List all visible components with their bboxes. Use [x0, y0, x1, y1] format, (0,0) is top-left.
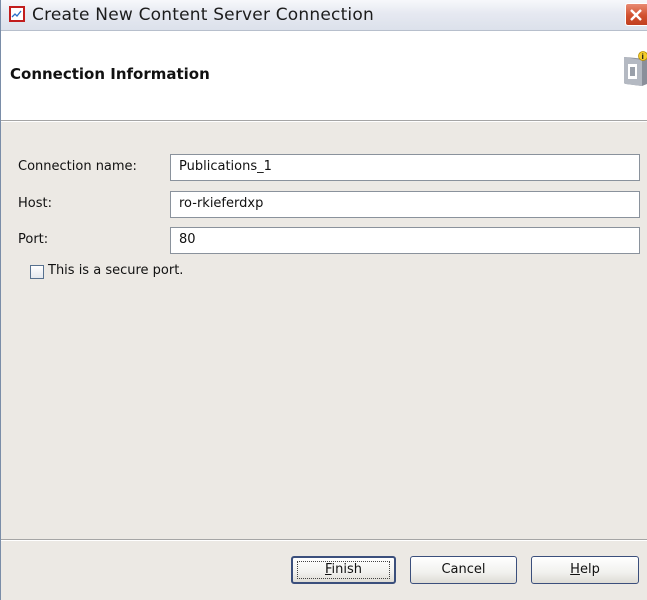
connection-name-field[interactable]: Publications_1 — [170, 154, 640, 181]
help-label-rest: elp — [579, 562, 600, 577]
port-label: Port: — [18, 232, 49, 247]
secure-port-checkbox[interactable] — [30, 265, 44, 279]
cancel-button-label: Cancel — [441, 562, 486, 577]
wizard-banner: Connection Information i — [1, 31, 647, 120]
help-mnemonic: H — [570, 562, 580, 577]
close-button[interactable] — [625, 3, 647, 26]
svg-text:i: i — [642, 53, 644, 61]
host-field[interactable]: ro-rkieferdxp — [170, 191, 640, 218]
close-icon — [630, 9, 642, 21]
help-button-label: Help — [570, 557, 600, 583]
finish-button[interactable]: Finish — [291, 556, 396, 584]
cancel-button[interactable]: Cancel — [410, 556, 517, 584]
server-info-icon: i — [620, 51, 647, 91]
secure-port-label[interactable]: This is a secure port. — [48, 263, 183, 278]
help-button[interactable]: Help — [531, 556, 639, 584]
connection-name-label: Connection name: — [18, 159, 137, 174]
chart-app-icon — [9, 6, 25, 22]
banner-title: Connection Information — [10, 65, 210, 83]
title-bar[interactable]: Create New Content Server Connection — [1, 0, 647, 31]
focus-indicator — [297, 561, 390, 579]
window-title: Create New Content Server Connection — [32, 5, 374, 25]
footer-separator-highlight — [1, 540, 647, 541]
banner-separator-highlight — [1, 121, 647, 122]
host-label: Host: — [18, 196, 52, 211]
port-field[interactable]: 80 — [170, 227, 640, 254]
dialog-window: Create New Content Server Connection Con… — [0, 0, 647, 600]
